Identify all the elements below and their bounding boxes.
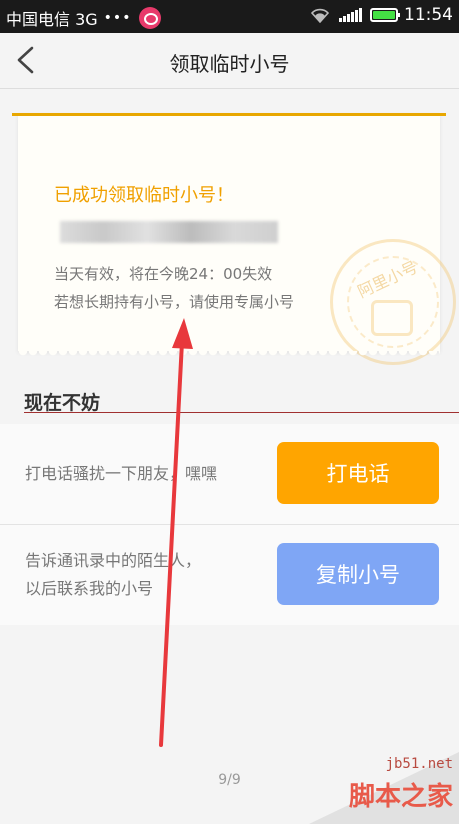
stamp-bag-icon [371, 300, 413, 336]
call-button[interactable]: 打电话 [277, 442, 439, 504]
clock: 11:54 [404, 5, 453, 25]
notification-app-icon [139, 7, 162, 29]
success-message: 已成功领取临时小号！ [54, 185, 234, 206]
signal-icon [338, 8, 362, 22]
more-dots: ••• [103, 10, 132, 26]
status-left: 中国电信 3G ••• [6, 6, 162, 30]
long-term-hint: 若想长期持有小号，请使用专属小号 [54, 293, 295, 311]
action-row-copy: 告诉通讯录中的陌生人， 以后联系我的小号 复制小号 [0, 525, 459, 625]
call-description: 打电话骚扰一下朋友，嘿嘿 [25, 464, 218, 483]
action-row-call: 打电话骚扰一下朋友，嘿嘿 打电话 [0, 424, 459, 525]
section-heading: 现在不妨 [24, 392, 101, 414]
navigation-bar: 领取临时小号 [0, 33, 459, 89]
validity-text: 当天有效，将在今晚24：00失效 [54, 265, 273, 283]
status-right: 11:54 [310, 5, 453, 25]
ticket-top-border [12, 113, 446, 116]
site-watermark: jb51.net 脚本之家 [304, 752, 459, 824]
blurred-phone-number [60, 221, 278, 243]
copy-number-button[interactable]: 复制小号 [277, 543, 439, 605]
watermark-name: 脚本之家 [348, 782, 453, 812]
ticket-zigzag-edge [18, 351, 440, 359]
page-title: 领取临时小号 [169, 52, 290, 76]
battery-icon [370, 8, 400, 22]
wifi-icon [310, 8, 330, 23]
section-divider [24, 412, 459, 413]
carrier-label: 中国电信 3G [6, 10, 98, 29]
copy-description: 告诉通讯录中的陌生人， 以后联系我的小号 [25, 551, 202, 598]
temp-number-ticket: 已成功领取临时小号！ 当天有效，将在今晚24：00失效 若想长期持有小号，请使用… [12, 113, 456, 365]
stamp-seal: 阿里小号 [330, 239, 456, 365]
status-bar: 中国电信 3G ••• 11:54 [0, 0, 459, 33]
watermark-url: jb51.net [385, 756, 453, 772]
